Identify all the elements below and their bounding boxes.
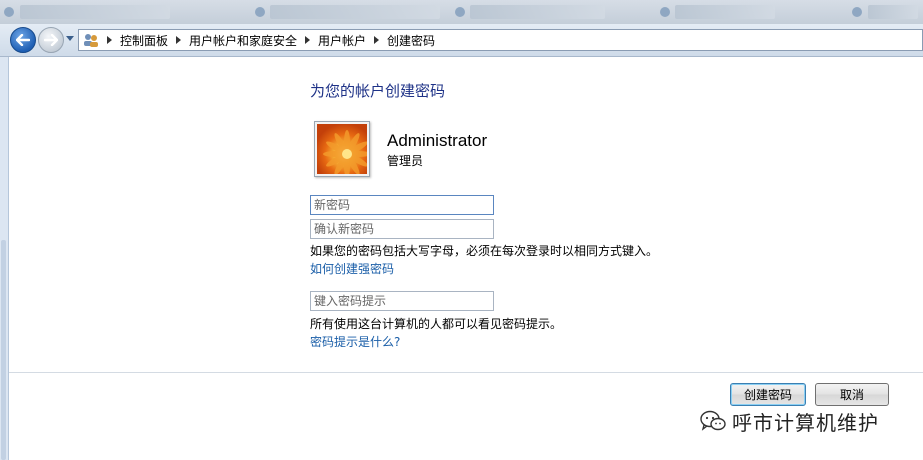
hint-visibility-notice: 所有使用这台计算机的人都可以看见密码提示。 — [310, 317, 563, 331]
window-tab[interactable] — [868, 5, 918, 19]
strong-password-link[interactable]: 如何创建强密码 — [310, 260, 394, 277]
window-icon — [455, 7, 465, 17]
window-tab[interactable] — [270, 5, 440, 19]
arrow-right-icon — [44, 34, 58, 46]
users-icon — [83, 33, 99, 47]
recent-pages-dropdown[interactable] — [66, 36, 74, 41]
divider — [9, 372, 923, 373]
window-tab[interactable] — [675, 5, 775, 19]
case-sensitivity-notice: 如果您的密码包括大写字母，必须在每次登录时以相同方式键入。 — [310, 244, 659, 258]
page-title: 为您的帐户创建密码 — [310, 83, 446, 100]
avatar — [314, 121, 370, 177]
window-strip — [0, 0, 923, 24]
breadcrumb-create-password[interactable]: 创建密码 — [387, 32, 435, 49]
user-role: 管理员 — [387, 154, 424, 168]
watermark: 呼市计算机维护 — [700, 406, 879, 436]
window-icon — [255, 7, 265, 17]
breadcrumb-control-panel[interactable]: 控制面板 — [120, 32, 168, 49]
window-icon — [852, 7, 862, 17]
cancel-button[interactable]: 取消 — [815, 383, 889, 406]
breadcrumb-user-accounts-family[interactable]: 用户帐户和家庭安全 — [189, 32, 297, 49]
wechat-icon — [700, 410, 726, 431]
window-icon — [4, 7, 14, 17]
forward-button[interactable] — [38, 27, 64, 53]
navigation-bar: 控制面板 用户帐户和家庭安全 用户帐户 创建密码 — [0, 24, 923, 57]
breadcrumb-separator-icon[interactable] — [107, 36, 112, 44]
window-tab[interactable] — [470, 5, 605, 19]
password-hint-input[interactable] — [310, 291, 494, 311]
breadcrumb-separator-icon[interactable] — [374, 36, 380, 44]
breadcrumb-user-accounts[interactable]: 用户帐户 — [318, 32, 366, 49]
confirm-password-input[interactable] — [310, 219, 494, 239]
back-button[interactable] — [10, 27, 36, 53]
arrow-left-icon — [16, 34, 30, 46]
flower-picture-icon — [317, 124, 367, 174]
password-hint-help-link[interactable]: 密码提示是什么? — [310, 333, 400, 350]
window-tab[interactable] — [20, 5, 170, 19]
breadcrumb-separator-icon[interactable] — [305, 36, 311, 44]
breadcrumb-separator-icon[interactable] — [176, 36, 182, 44]
new-password-input[interactable] — [310, 195, 494, 215]
create-password-button[interactable]: 创建密码 — [730, 383, 806, 406]
user-name: Administrator — [387, 131, 488, 150]
address-bar[interactable]: 控制面板 用户帐户和家庭安全 用户帐户 创建密码 — [78, 29, 923, 51]
watermark-text: 呼市计算机维护 — [732, 410, 879, 435]
window-icon — [660, 7, 670, 17]
left-scrollbar[interactable] — [1, 240, 6, 460]
